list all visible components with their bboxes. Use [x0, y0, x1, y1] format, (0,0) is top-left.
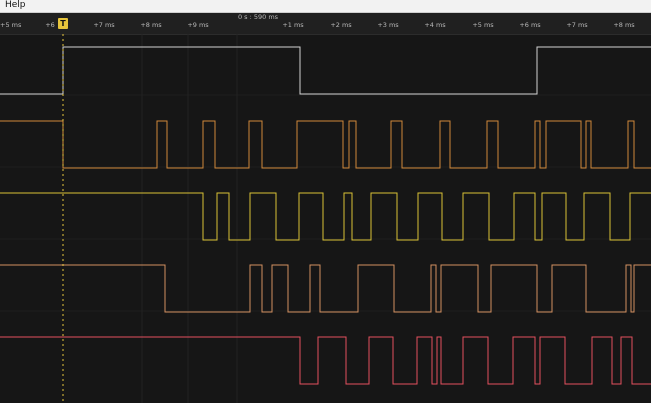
ruler-tick-label: +4 ms	[424, 21, 446, 29]
ruler-tick-label: +1 ms	[282, 21, 304, 29]
ruler-tick-label: +8 ms	[613, 21, 635, 29]
ruler-tick-label: +2 ms	[330, 21, 352, 29]
ruler-tick-label: +5 ms	[472, 21, 494, 29]
channel-3-trace[interactable]	[0, 264, 651, 313]
ruler-tick-label: +8 ms	[140, 21, 162, 29]
ruler-tick-label: +5 ms	[0, 21, 22, 29]
ruler-tick-label: +7 ms	[566, 21, 588, 29]
grid-lines	[0, 34, 651, 403]
ruler-tick-label: +3 ms	[377, 21, 399, 29]
ruler-tick-label: +9 ms	[187, 21, 209, 29]
menu-item-help[interactable]: Help	[5, 0, 26, 11]
ruler-tick-label: +6	[45, 21, 55, 29]
ruler-tick-label: +7 ms	[93, 21, 115, 29]
channel-1-trace[interactable]	[0, 120, 651, 169]
time-ruler[interactable]: 0 s : 590 ms +5 ms +6 +7 ms +8 ms +9 ms +1 ms…	[0, 13, 651, 35]
ruler-tick-label: +6 ms	[519, 21, 541, 29]
reference-time-label: 0 s : 590 ms	[237, 13, 279, 21]
menu-bar: Help	[0, 0, 651, 13]
channel-traces	[0, 46, 651, 385]
channel-2-trace[interactable]	[0, 192, 651, 241]
trigger-marker[interactable]: T	[58, 18, 68, 29]
waveform-area[interactable]	[0, 34, 651, 403]
channel-4-trace[interactable]	[0, 336, 651, 385]
channel-0-trace[interactable]	[0, 46, 651, 95]
